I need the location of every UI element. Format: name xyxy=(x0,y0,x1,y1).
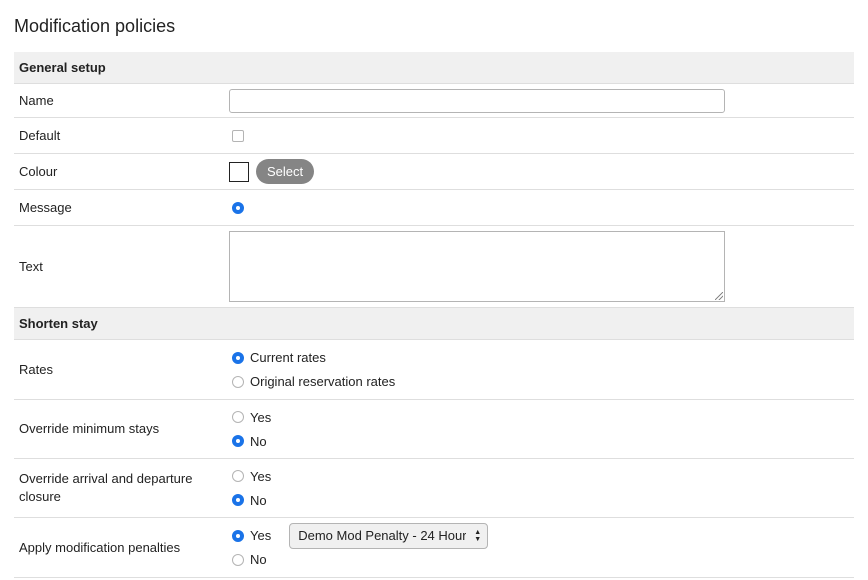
rates-option-original[interactable]: Original reservation rates xyxy=(229,370,395,394)
section-heading: Shorten stay xyxy=(19,316,98,331)
default-checkbox[interactable] xyxy=(232,129,244,142)
radio-label: No xyxy=(250,552,267,567)
radio-yes[interactable] xyxy=(232,529,244,542)
radio-no[interactable] xyxy=(232,553,244,566)
section-heading: General setup xyxy=(19,60,106,75)
default-label: Default xyxy=(19,127,61,143)
rates-option-current[interactable]: Current rates xyxy=(229,346,395,370)
chevron-updown-icon: ▲ ▼ xyxy=(474,528,482,543)
page-title: Modification policies xyxy=(14,16,176,36)
message-label: Message xyxy=(19,199,72,215)
message-radio[interactable] xyxy=(232,201,244,214)
penalty-select[interactable]: Demo Mod Penalty - 24 Hours ▲ ▼ xyxy=(289,522,489,549)
row-override-closure: Override arrival and departure closure Y… xyxy=(14,459,854,518)
section-general-setup: General setup xyxy=(14,52,854,84)
row-name: Name xyxy=(14,84,854,118)
override-closure-option-no[interactable]: No xyxy=(229,488,271,512)
row-text: Text xyxy=(14,226,854,308)
resize-grip-icon[interactable] xyxy=(715,292,723,300)
policy-form: General setup Name Default Colour Select… xyxy=(14,52,854,578)
colour-swatch[interactable] xyxy=(229,161,249,182)
row-message: Message xyxy=(14,190,854,226)
rates-radio-group: Current rates Original reservation rates xyxy=(229,346,395,394)
radio-label: Yes xyxy=(250,409,272,425)
penalties-radio-group: Yes Demo Mod Penalty - 24 Hours ▲ ▼ No xyxy=(229,522,489,572)
radio-current-rates[interactable] xyxy=(232,351,244,364)
row-rates: Rates Current rates Original reservation… xyxy=(14,340,854,400)
override-min-option-no[interactable]: No xyxy=(229,429,271,453)
penalties-option-yes[interactable]: Yes Demo Mod Penalty - 24 Hours ▲ ▼ xyxy=(229,522,489,549)
radio-yes[interactable] xyxy=(232,411,244,423)
radio-label: No xyxy=(250,492,267,508)
radio-no[interactable] xyxy=(232,435,244,447)
override-closure-option-yes[interactable]: Yes xyxy=(229,464,271,488)
radio-label: Yes xyxy=(250,468,272,484)
row-override-min-stays: Override minimum stays Yes No xyxy=(14,400,854,459)
radio-label: Original reservation rates xyxy=(250,374,396,389)
rates-label: Rates xyxy=(19,361,53,377)
row-apply-penalties: Apply modification penalties Yes Demo Mo… xyxy=(14,518,854,578)
colour-label: Colour xyxy=(19,163,58,179)
override-min-radio-group: Yes No xyxy=(229,405,271,453)
override-closure-radio-group: Yes No xyxy=(229,464,271,512)
penalties-label: Apply modification penalties xyxy=(19,539,181,555)
name-label: Name xyxy=(19,92,54,108)
override-closure-label: Override arrival and departure closure xyxy=(19,471,193,504)
override-min-option-yes[interactable]: Yes xyxy=(229,405,271,429)
radio-yes[interactable] xyxy=(232,470,244,482)
text-label: Text xyxy=(19,258,43,274)
penalties-option-no[interactable]: No xyxy=(229,548,488,572)
section-shorten-stay: Shorten stay xyxy=(14,308,854,340)
penalty-select-value: Demo Mod Penalty - 24 Hours xyxy=(298,528,467,543)
text-textarea[interactable] xyxy=(229,231,725,302)
radio-label: Yes xyxy=(250,528,272,543)
radio-no[interactable] xyxy=(232,494,244,506)
override-min-label: Override minimum stays xyxy=(19,421,160,436)
radio-label: Current rates xyxy=(250,350,326,365)
radio-original-rates[interactable] xyxy=(232,375,244,388)
radio-label: No xyxy=(250,433,267,449)
row-default: Default xyxy=(14,118,854,154)
row-colour: Colour Select xyxy=(14,154,854,190)
colour-select-button[interactable]: Select xyxy=(256,159,315,184)
name-input[interactable] xyxy=(229,88,725,113)
